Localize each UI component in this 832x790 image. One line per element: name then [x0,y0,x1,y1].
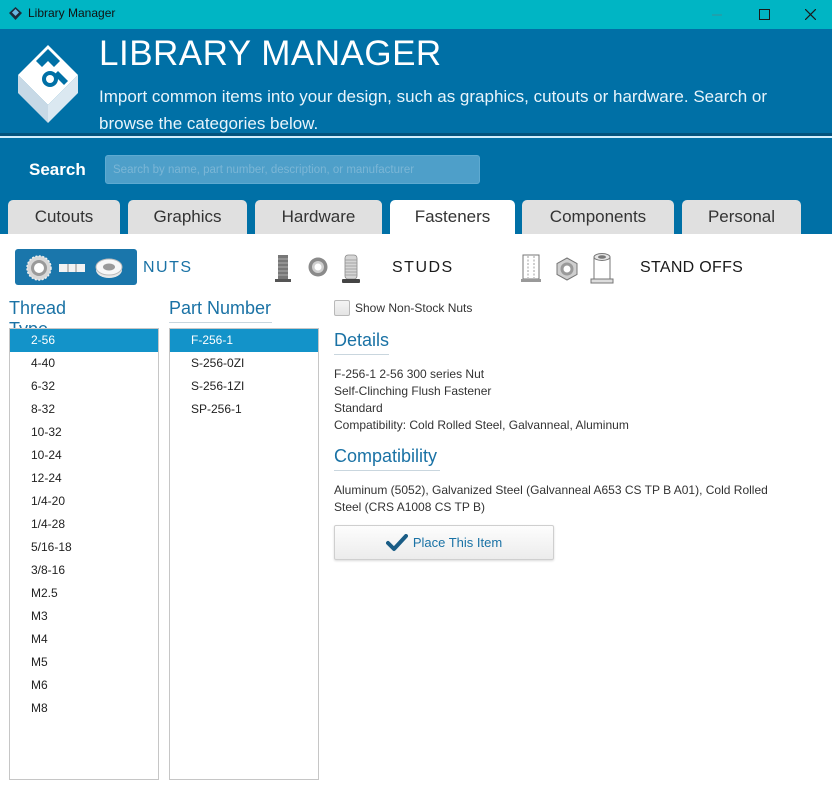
header-title: LIBRARY MANAGER [99,34,442,73]
part-number-item[interactable]: F-256-1 [170,329,318,352]
part-number-item[interactable]: SP-256-1 [170,398,318,421]
compatibility-text: Aluminum (5052), Galvanized Steel (Galva… [334,483,768,514]
thread-type-item[interactable]: M4 [10,628,158,651]
part-number-heading: Part Number [169,298,272,323]
part-number-item[interactable]: S-256-1ZI [170,375,318,398]
thread-type-item[interactable]: M2.5 [10,582,158,605]
window-title: Library Manager [28,6,116,20]
checkmark-icon [385,533,408,551]
thread-type-item[interactable]: M5 [10,651,158,674]
tab-graphics[interactable]: Graphics [128,200,247,234]
minimize-icon [712,14,722,15]
compatibility-heading: Compatibility [334,446,440,471]
tab-fasteners[interactable]: Fasteners [390,200,515,234]
hex-standoff-icon [556,257,578,281]
close-icon [804,9,816,20]
thread-type-item[interactable]: 3/8-16 [10,559,158,582]
category-studs-label[interactable]: STUDS [392,259,454,277]
maximize-icon [758,9,770,20]
search-label: Search [29,160,86,179]
header-subtitle: Import common items into your design, su… [99,87,768,133]
details-text: F-256-1 2-56 300 series Nut Self-Clinchi… [334,366,629,434]
category-nuts-label[interactable]: NUTS [143,259,193,277]
thread-type-item[interactable]: 12-24 [10,467,158,490]
standoff-section-icon [521,254,541,282]
stud-side-icon [275,255,291,282]
stud-top-icon [308,257,328,277]
place-item-button[interactable]: Place This Item [334,525,554,560]
close-button[interactable] [787,0,832,29]
thread-type-item[interactable]: 4-40 [10,352,158,375]
details-heading: Details [334,330,389,355]
details-line: Compatibility: Cold Rolled Steel, Galvan… [334,418,629,432]
round-nut-icon [95,258,123,278]
details-line: Self-Clinching Flush Fastener [334,384,492,398]
app-logo-icon [9,7,22,20]
minimize-button[interactable] [694,0,740,29]
pd-logo-icon [18,45,78,123]
nut-side-icon [59,264,85,272]
part-number-item[interactable]: S-256-0ZI [170,352,318,375]
thread-type-item[interactable]: 6-32 [10,375,158,398]
details-line: Standard [334,401,383,415]
thread-type-item[interactable]: M6 [10,674,158,697]
place-item-label: Place This Item [412,535,503,550]
thread-type-list[interactable]: 2-56 4-40 6-32 8-32 10-32 10-24 12-24 1/4-20 1/4… [9,328,159,780]
tab-components[interactable]: Components [522,200,674,234]
standoff-side-icon [590,253,614,284]
thread-type-item[interactable]: 5/16-18 [10,536,158,559]
tab-cutouts[interactable]: Cutouts [8,200,120,234]
thread-type-item[interactable]: 1/4-20 [10,490,158,513]
show-non-stock-checkbox[interactable] [334,300,350,316]
search-input[interactable] [105,155,480,184]
thread-type-item[interactable]: 10-32 [10,421,158,444]
category-standoffs-label[interactable]: STAND OFFS [640,259,743,277]
thread-type-item[interactable]: M3 [10,605,158,628]
details-line: F-256-1 2-56 300 series Nut [334,367,485,381]
flush-nut-icon [26,255,52,281]
tab-hardware[interactable]: Hardware [255,200,382,234]
thread-type-item[interactable]: 10-24 [10,444,158,467]
tab-personal[interactable]: Personal [682,200,801,234]
show-non-stock-label[interactable]: Show Non-Stock Nuts [355,301,472,315]
threaded-stud-icon [342,254,360,283]
part-number-list[interactable]: F-256-1 S-256-0ZI S-256-1ZI SP-256-1 [169,328,319,780]
thread-type-item[interactable]: 2-56 [10,329,158,352]
title-bar: Library Manager [0,0,832,29]
thread-type-item[interactable]: 8-32 [10,398,158,421]
maximize-button[interactable] [741,0,787,29]
thread-type-item[interactable]: 1/4-28 [10,513,158,536]
thread-type-item[interactable]: M8 [10,697,158,720]
